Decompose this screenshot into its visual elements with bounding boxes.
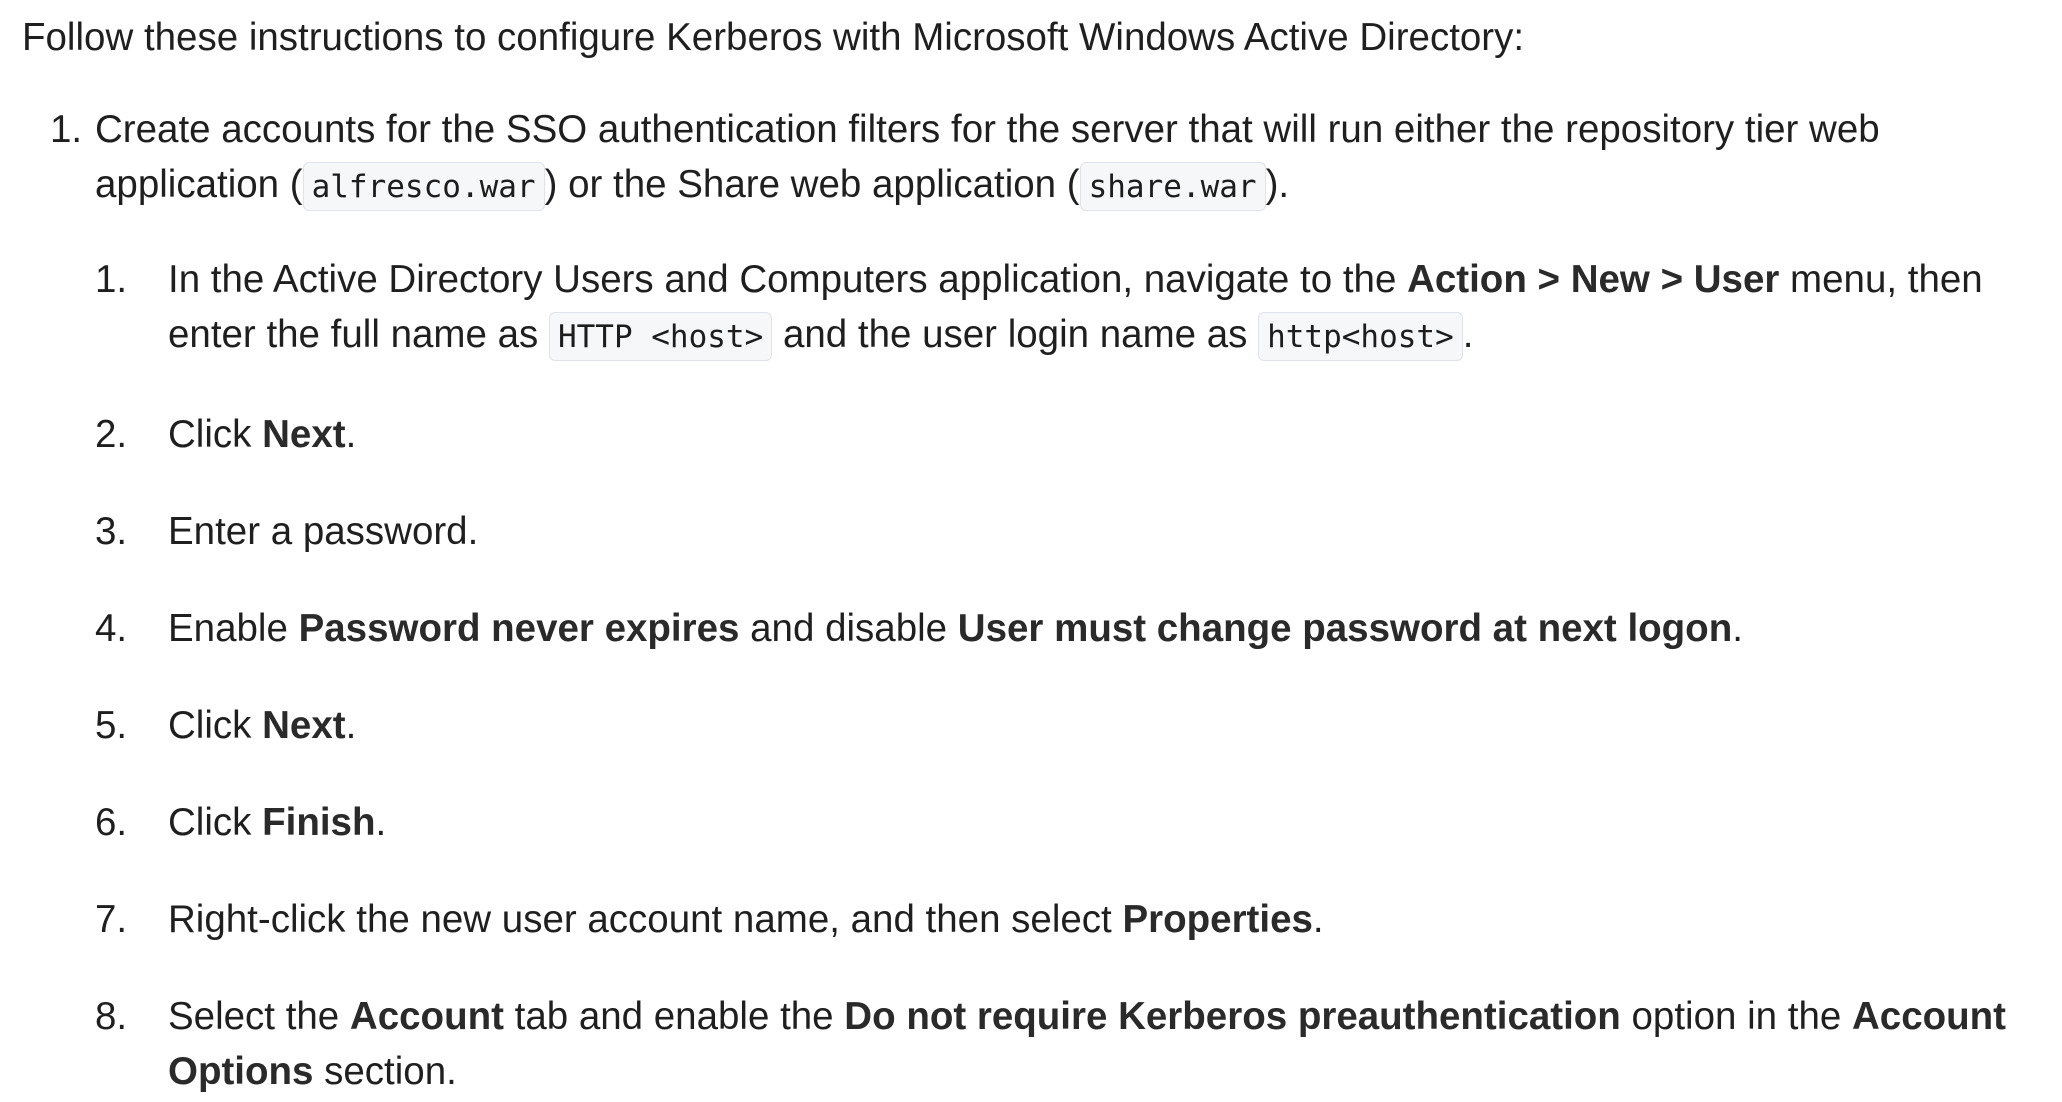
substep-1-text: In the Active Directory Users and Comput… — [168, 252, 2062, 365]
substep-3-text: Enter a password. — [168, 504, 2062, 559]
list-number: 7. — [95, 898, 128, 941]
text-part: . — [1732, 607, 1743, 650]
code-http-host-login: http<host> — [1258, 312, 1463, 361]
next-bold: Next — [262, 413, 346, 456]
list-item-substep-6: 6. Click Finish. — [95, 795, 2062, 850]
kerberos-preauth-option-bold: Do not require Kerberos preauthenticatio… — [844, 995, 1621, 1038]
text-part: Click — [168, 413, 263, 456]
list-item-substep-7: 7. Right-click the new user account name… — [95, 892, 2062, 947]
substep-5-text: Click Next. — [168, 698, 2062, 753]
text-part: Enable — [168, 607, 299, 650]
list-item-substep-1: 1. In the Active Directory Users and Com… — [95, 252, 2062, 365]
text-part: Enter a password. — [168, 510, 479, 553]
text-part: Click — [168, 704, 263, 747]
text-part: and disable — [739, 607, 958, 650]
list-item-substep-2: 2. Click Next. — [95, 407, 2062, 462]
password-never-expires-bold: Password never expires — [298, 607, 740, 650]
list-number: 8. — [95, 995, 128, 1038]
list-number: 4. — [95, 607, 128, 650]
substep-7-text: Right-click the new user account name, a… — [168, 892, 2062, 947]
step-1-text-part: ) or the Share web application ( — [544, 163, 1080, 206]
finish-bold: Finish — [262, 801, 376, 844]
list-number: 6. — [95, 801, 128, 844]
text-part: and the user login name as — [772, 313, 1259, 356]
user-must-change-password-bold: User must change password at next logon — [957, 607, 1733, 650]
code-share-war: share.war — [1079, 162, 1266, 211]
text-part: . — [345, 704, 357, 747]
text-part: Click — [168, 801, 263, 844]
text-part: section. — [313, 1050, 457, 1093]
document-body: Follow these instructions to configure K… — [0, 0, 2062, 1099]
text-part: . — [345, 413, 357, 456]
substep-4-text: Enable Password never expires and disabl… — [168, 601, 2062, 656]
substep-8-text: Select the Account tab and enable the Do… — [168, 989, 2062, 1099]
outer-ordered-list: 1. Create accounts for the SSO authentic… — [22, 102, 2062, 1099]
substep-2-text: Click Next. — [168, 407, 2062, 462]
list-item-substep-4: 4. Enable Password never expires and dis… — [95, 601, 2062, 656]
text-part: tab and enable the — [503, 995, 845, 1038]
list-item-step-1: 1. Create accounts for the SSO authentic… — [22, 102, 2062, 1099]
substep-6-text: Click Finish. — [168, 795, 2062, 850]
intro-paragraph: Follow these instructions to configure K… — [22, 16, 1525, 59]
list-item-substep-8: 8. Select the Account tab and enable the… — [95, 989, 2062, 1099]
properties-bold: Properties — [1122, 898, 1313, 941]
next-bold: Next — [262, 704, 346, 747]
list-number: 1. — [50, 108, 83, 151]
list-number: 1. — [95, 258, 128, 301]
nested-ordered-list: 1. In the Active Directory Users and Com… — [95, 252, 2062, 1099]
list-number: 5. — [95, 704, 128, 747]
step-1-text: Create accounts for the SSO authenticati… — [95, 102, 1995, 215]
code-alfresco-war: alfresco.war — [302, 162, 545, 211]
menu-path-bold: Action > New > User — [1407, 258, 1780, 301]
text-part: Right-click the new user account name, a… — [168, 898, 1123, 941]
list-number: 2. — [95, 413, 128, 456]
text-part: . — [375, 801, 387, 844]
step-1-text-part: ). — [1265, 163, 1290, 206]
list-number: 3. — [95, 510, 128, 553]
text-part: Select the — [168, 995, 350, 1038]
text-part: . — [1462, 313, 1474, 356]
list-item-substep-5: 5. Click Next. — [95, 698, 2062, 753]
text-part: . — [1312, 898, 1324, 941]
list-item-substep-3: 3. Enter a password. — [95, 504, 2062, 559]
account-tab-bold: Account — [349, 995, 504, 1038]
text-part: In the Active Directory Users and Comput… — [168, 258, 1408, 301]
text-part: option in the — [1620, 995, 1852, 1038]
code-http-host-fullname: HTTP <host> — [548, 312, 773, 361]
